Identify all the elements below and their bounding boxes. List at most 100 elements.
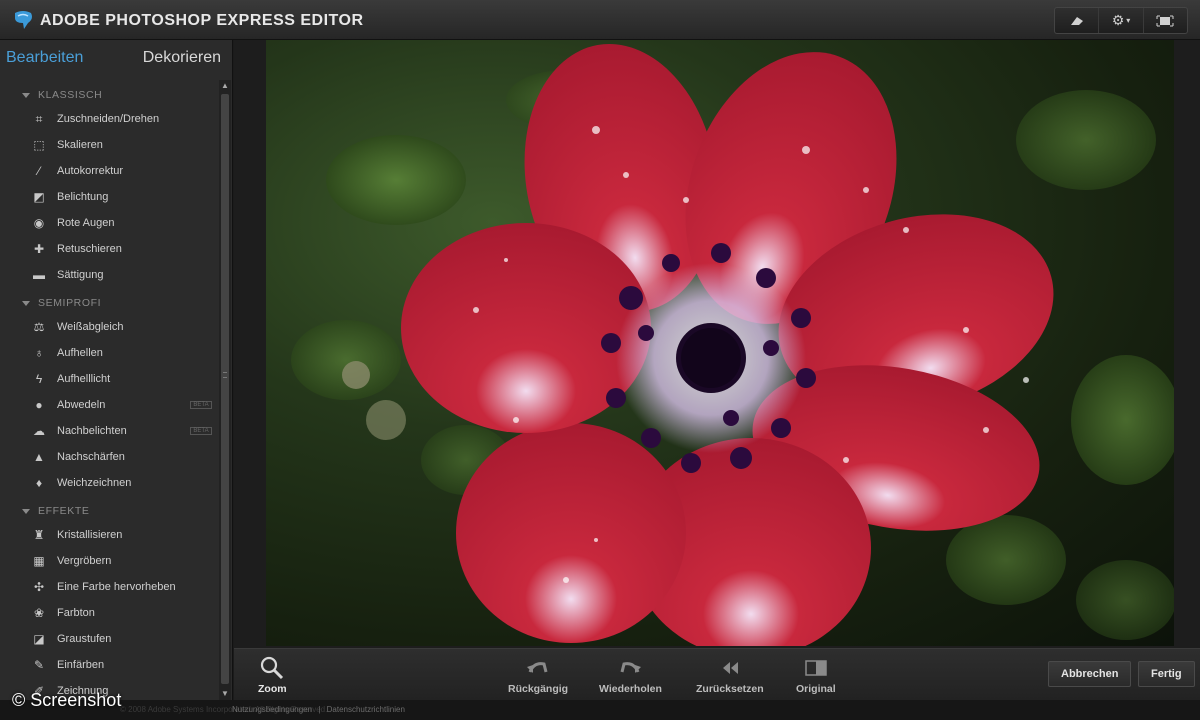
section-label: EFFEKTE [38,505,90,517]
scroll-down-icon[interactable]: ▼ [219,688,231,700]
footer-links: Nutzungsbedingungen | Datenschutzrichtli… [232,705,405,714]
redo-icon [618,657,642,679]
tool-crop[interactable]: ⌗ Zuschneiden/Drehen [0,106,218,132]
grayscale-icon: ◪ [33,632,45,646]
eraser-button[interactable] [1055,8,1100,33]
section-semipro[interactable]: SEMIPROFI [0,292,218,314]
privacy-link[interactable]: Datenschutzrichtlinien [327,705,405,714]
undo-button[interactable]: Rückgängig [508,657,568,695]
tool-white-balance[interactable]: ⚖ Weißabgleich [0,314,218,340]
sidebar-scrollbar[interactable]: ▲ ▼ [219,80,231,700]
app-logo-icon [15,11,32,29]
reset-icon [721,657,739,679]
blur-drop-icon: ♦ [35,476,43,490]
scroll-thumb[interactable] [221,94,229,684]
tool-label: Weißabgleich [57,321,124,333]
tab-edit[interactable]: Bearbeiten [6,49,83,67]
canvas-area [234,40,1200,648]
tool-label: Kristallisieren [57,529,123,541]
tool-label: Einfärben [57,659,105,671]
tool-label: Aufhelllicht [57,373,111,385]
screenshot-watermark: © Screenshot [12,690,122,710]
dodge-icon: ● [35,398,43,412]
zoom-label: Zoom [258,683,287,695]
scroll-up-icon[interactable]: ▲ [219,80,231,92]
beta-badge: BETA [190,401,212,409]
tool-red-eye[interactable]: ◉ Rote Augen [0,210,218,236]
saturation-icon: ▬ [33,268,45,282]
tool-label: Weichzeichnen [57,477,132,489]
section-classic[interactable]: KLASSISCH [0,84,218,106]
tool-pop-color[interactable]: ✣ Eine Farbe hervorheben [0,574,218,600]
tint-icon: ✎ [33,658,45,672]
sharpen-icon: ▲ [33,450,45,464]
tool-burn[interactable]: ☁ Nachbelichten BETA [0,418,218,444]
bandage-icon: ✚ [33,242,45,256]
redo-button[interactable]: Wiederholen [599,657,662,695]
tool-label: Rote Augen [57,217,115,229]
tools-sidebar: Bearbeiten Dekorieren KLASSISCH ⌗ Zuschne… [0,40,233,700]
flower-photo [291,44,1174,646]
tool-sharpen[interactable]: ▲ Nachschärfen [0,444,218,470]
tool-brighten[interactable]: ♁ Aufhellen [0,340,218,366]
photo-canvas[interactable] [266,40,1174,646]
hue-icon: ❀ [33,606,45,620]
tool-label: Zuschneiden/Drehen [57,113,160,125]
tool-label: Nachbelichten [57,425,127,437]
tool-exposure[interactable]: ◩ Belichtung [0,184,218,210]
burn-icon: ☁ [33,424,45,438]
section-label: KLASSISCH [38,89,103,101]
tool-label: Eine Farbe hervorheben [57,581,176,593]
grip-icon [223,372,227,378]
tool-pixelate[interactable]: ▦ Vergröbern [0,548,218,574]
tool-retouch[interactable]: ✚ Retuschieren [0,236,218,262]
done-button[interactable]: Fertig [1138,661,1195,687]
tool-saturation[interactable]: ▬ Sättigung [0,262,218,288]
tool-label: Autokorrektur [57,165,124,177]
tool-resize[interactable]: ⬚ Skalieren [0,132,218,158]
pixelate-icon: ▦ [33,554,45,568]
crop-icon: ⌗ [35,111,43,126]
tool-fill-light[interactable]: ϟ Aufhelllicht [0,366,218,392]
eye-icon: ◉ [33,216,45,230]
collapse-triangle-icon [22,300,30,306]
tool-label: Retuschieren [57,243,122,255]
crystallize-icon: ♜ [33,528,45,542]
tool-label: Vergröbern [57,555,112,567]
reset-button[interactable]: Zurücksetzen [696,657,764,695]
footer-separator: | [318,705,321,714]
app-window: ADOBE PHOTOSHOP EXPRESS EDITOR ⚙ ▾ Bearbe… [0,0,1200,720]
magic-wand-icon: ⁄ [37,164,40,178]
terms-link[interactable]: Nutzungsbedingungen [232,705,312,714]
tool-label: Graustufen [57,633,112,645]
app-title: ADOBE PHOTOSHOP EXPRESS EDITOR [40,12,364,29]
settings-button[interactable]: ⚙ ▾ [1099,8,1144,33]
flash-icon: ϟ [35,372,43,386]
eraser-icon [1070,16,1083,25]
tab-decorate[interactable]: Dekorieren [143,49,221,67]
tool-autocorrect[interactable]: ⁄ Autokorrektur [0,158,218,184]
tool-label: Abwedeln [57,399,106,411]
tool-grayscale[interactable]: ◪ Graustufen [0,626,218,652]
fullscreen-button[interactable] [1144,8,1187,33]
tool-crystallize[interactable]: ♜ Kristallisieren [0,522,218,548]
section-label: SEMIPROFI [38,297,102,309]
tool-blur[interactable]: ♦ Weichzeichnen [0,470,218,496]
fullscreen-icon [1156,15,1174,26]
zoom-button[interactable]: Zoom [258,656,287,695]
undo-label: Rückgängig [508,683,569,695]
bulb-icon: ♁ [34,346,44,360]
section-effects[interactable]: EFFEKTE [0,500,218,522]
compare-original-icon [805,657,827,679]
tool-hue[interactable]: ❀ Farbton [0,600,218,626]
cancel-button[interactable]: Abbrechen [1048,661,1132,687]
tool-tint[interactable]: ✎ Einfärben [0,652,218,678]
exposure-icon: ◩ [33,190,45,204]
chevron-down-icon: ▾ [1126,16,1131,25]
tool-label: Belichtung [57,191,109,203]
tool-label: Aufhellen [57,347,103,359]
title-bar: ADOBE PHOTOSHOP EXPRESS EDITOR ⚙ ▾ [0,0,1200,40]
sidebar-tabs: Bearbeiten Dekorieren [0,40,233,80]
tool-dodge[interactable]: ● Abwedeln BETA [0,392,218,418]
original-button[interactable]: Original [796,657,836,695]
